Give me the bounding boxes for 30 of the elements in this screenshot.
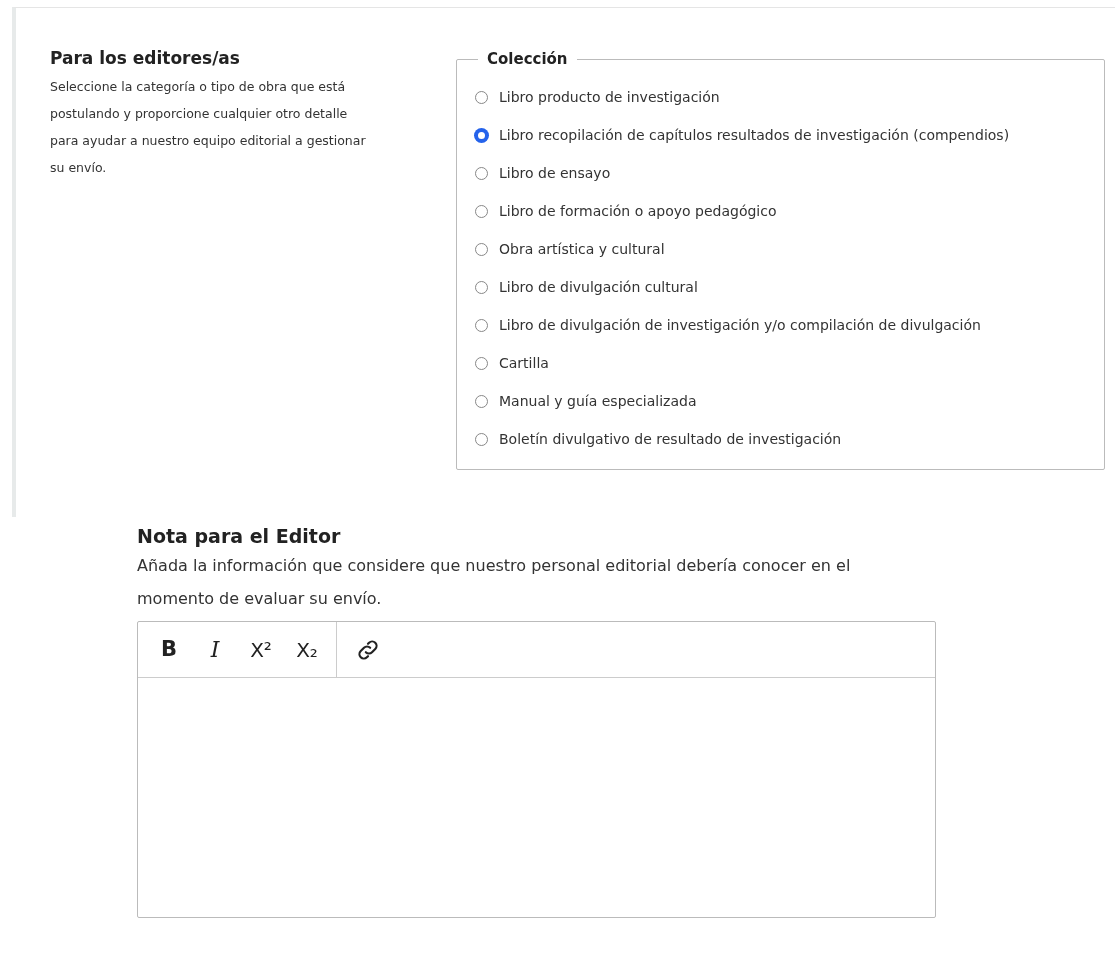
radio-button[interactable] — [475, 129, 488, 142]
radio-label: Cartilla — [499, 354, 549, 373]
format-button[interactable]: X₂ — [284, 629, 330, 670]
radio-button[interactable] — [475, 243, 488, 256]
radio-label: Libro producto de investigación — [499, 88, 720, 107]
section-title: Para los editores/as — [50, 47, 241, 70]
rich-text-editor[interactable]: B I X² X₂ — [137, 621, 936, 918]
bold-button[interactable]: B — [146, 629, 192, 670]
radio-button[interactable] — [475, 357, 488, 370]
radio-button[interactable] — [475, 167, 488, 180]
fieldset-legend: Colección — [478, 48, 577, 71]
radio-label: Libro de divulgación cultural — [499, 278, 698, 297]
radio-button[interactable] — [475, 281, 488, 294]
radio-button[interactable] — [475, 433, 488, 446]
radio-button[interactable] — [475, 91, 488, 104]
radio-label: Libro de formación o apoyo pedagógico — [499, 202, 777, 221]
section-description: Seleccione la categoría o tipo de obra que está postulando y proporcione cualquier otro detalle para ayudar a nuestro equipo editorial a gestionar su envío. — [50, 78, 367, 177]
format-button[interactable]: X² — [238, 629, 284, 670]
radio-label: Libro de divulgación de investigación y/o compilación de divulgación — [499, 316, 981, 335]
radio-label: Obra artística y cultural — [499, 240, 665, 259]
radio-button[interactable] — [475, 395, 488, 408]
radio-label: Libro recopilación de capítulos resultados de investigación (compendios) — [499, 126, 1010, 145]
radio-label: Boletín divulgativo de resultado de investigación — [499, 430, 842, 449]
section-description: Añada la información que considere que nuestro personal editorial debería conocer en el momento de evaluar su envío. — [137, 555, 852, 610]
section-title: Nota para el Editor — [137, 524, 342, 549]
radio-label: Manual y guía especializada — [499, 392, 697, 411]
italic-button[interactable]: I — [192, 629, 238, 670]
radio-button[interactable] — [475, 319, 488, 332]
radio-button[interactable] — [475, 205, 488, 218]
radio-label: Libro de ensayo — [499, 164, 611, 183]
